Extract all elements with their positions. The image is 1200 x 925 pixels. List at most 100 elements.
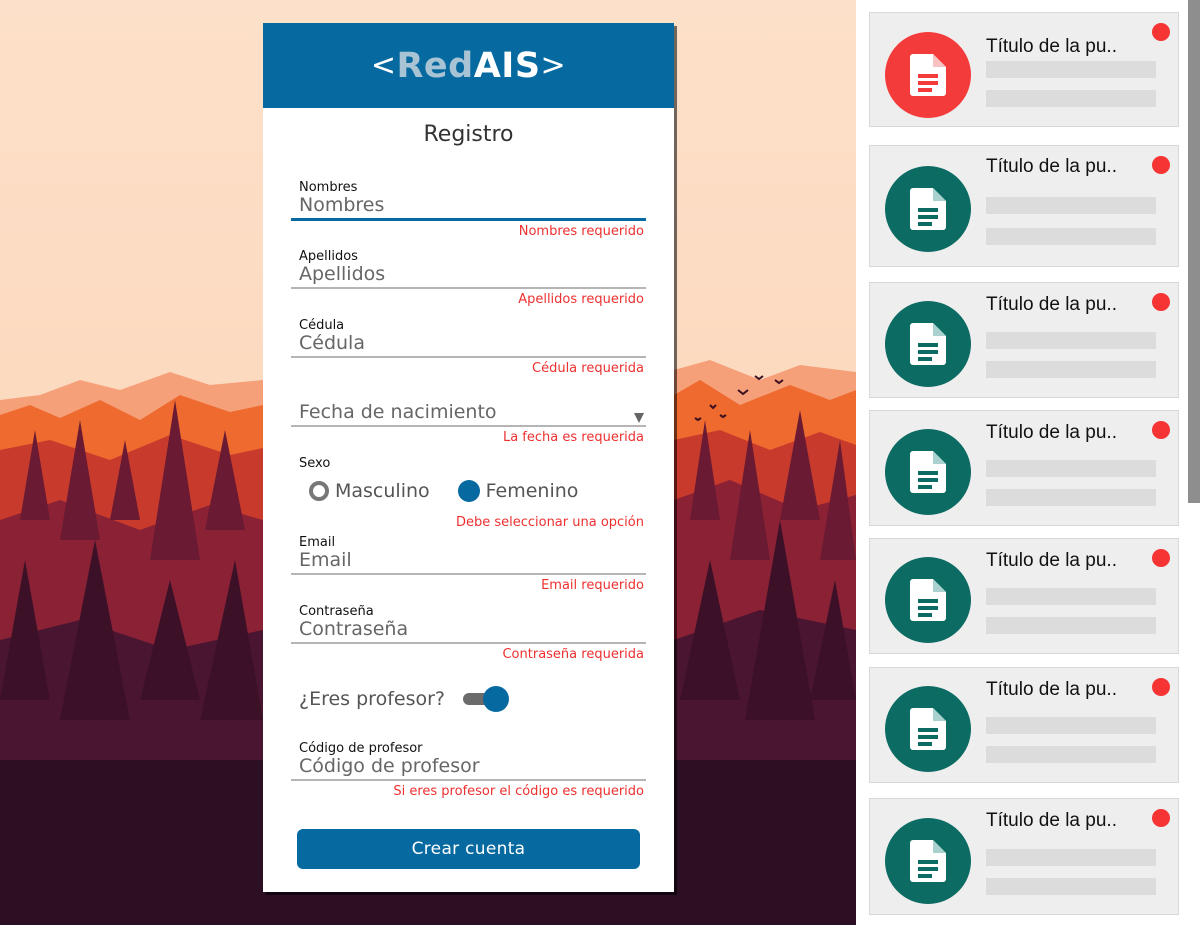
placeholder-line <box>986 197 1156 214</box>
publication-avatar <box>885 429 971 515</box>
email-input[interactable]: Email <box>299 549 352 571</box>
nombres-input[interactable]: Nombres <box>299 194 384 216</box>
toggle-knob[interactable] <box>483 686 509 712</box>
email-underline <box>291 573 646 575</box>
registration-card: < Red AIS > Registro Nombres Nombres Nom… <box>263 23 674 892</box>
publication-avatar <box>885 166 971 252</box>
publication-card[interactable]: Título de la pu.. <box>869 12 1179 127</box>
unread-dot <box>1152 23 1170 41</box>
cedula-error: Cédula requerida <box>532 361 644 376</box>
radio-unchecked-icon[interactable] <box>309 481 329 501</box>
codigo-underline <box>291 779 646 781</box>
caret-down-icon[interactable] <box>634 413 644 423</box>
sexo-error: Debe seleccionar una opción <box>455 515 644 530</box>
fecha-underline <box>291 425 646 427</box>
placeholder-line <box>986 61 1156 78</box>
cedula-label: Cédula <box>299 318 345 333</box>
placeholder-line <box>986 90 1156 107</box>
publication-title[interactable]: Título de la pu.. <box>986 156 1117 178</box>
password-input[interactable]: Contraseña <box>299 618 408 640</box>
document-icon <box>910 579 946 621</box>
document-icon <box>910 708 946 750</box>
document-icon <box>910 54 946 96</box>
profesor-toggle-row: ¿Eres profesor? <box>299 686 509 712</box>
placeholder-line <box>986 717 1156 734</box>
profesor-toggle[interactable] <box>463 686 509 712</box>
document-icon <box>910 451 946 493</box>
publication-card[interactable]: Título de la pu.. <box>869 145 1179 267</box>
publication-title[interactable]: Título de la pu.. <box>986 679 1117 701</box>
radio-femenino[interactable]: Femenino <box>457 480 579 502</box>
placeholder-line <box>986 228 1156 245</box>
nombres-error: Nombres requerido <box>518 224 644 239</box>
codigo-error: Si eres profesor el código es requerido <box>393 784 644 799</box>
radio-checked-icon[interactable] <box>457 480 480 502</box>
nombres-label: Nombres <box>299 180 358 195</box>
unread-dot <box>1152 809 1170 827</box>
fecha-error: La fecha es requerida <box>502 430 644 445</box>
publication-card[interactable]: Título de la pu.. <box>869 667 1179 783</box>
logo-open-bracket: < <box>370 48 397 83</box>
publication-avatar <box>885 557 971 643</box>
card-header: < Red AIS > <box>263 23 674 108</box>
placeholder-line <box>986 849 1156 866</box>
placeholder-line <box>986 332 1156 349</box>
publication-card[interactable]: Título de la pu.. <box>869 798 1179 915</box>
publication-avatar <box>885 301 971 387</box>
scrollbar-thumb[interactable] <box>1188 0 1200 503</box>
placeholder-line <box>986 588 1156 605</box>
email-error: Email requerido <box>541 578 644 593</box>
publication-card[interactable]: Título de la pu.. <box>869 282 1179 398</box>
placeholder-line <box>986 361 1156 378</box>
password-label: Contraseña <box>299 604 374 619</box>
unread-dot <box>1152 293 1170 311</box>
placeholder-line <box>986 460 1156 477</box>
publication-avatar <box>885 32 971 118</box>
apellidos-underline <box>291 287 646 289</box>
document-icon <box>910 188 946 230</box>
nombres-underline <box>291 218 646 221</box>
radio-femenino-label[interactable]: Femenino <box>486 480 579 502</box>
publication-title[interactable]: Título de la pu.. <box>986 36 1117 58</box>
publication-title[interactable]: Título de la pu.. <box>986 550 1117 572</box>
publication-title[interactable]: Título de la pu.. <box>986 294 1117 316</box>
document-icon <box>910 323 946 365</box>
placeholder-line <box>986 617 1156 634</box>
placeholder-line <box>986 878 1156 895</box>
fecha-nacimiento-input[interactable]: Fecha de nacimiento <box>299 401 497 423</box>
publication-card[interactable]: Título de la pu.. <box>869 538 1179 654</box>
crear-cuenta-button[interactable]: Crear cuenta <box>297 829 640 869</box>
password-error: Contraseña requerida <box>502 647 644 662</box>
logo-close-bracket: > <box>540 48 567 83</box>
publication-avatar <box>885 818 971 904</box>
form-title: Registro <box>423 122 514 147</box>
placeholder-line <box>986 489 1156 506</box>
password-underline <box>291 642 646 644</box>
cedula-input[interactable]: Cédula <box>299 332 365 354</box>
unread-dot <box>1152 421 1170 439</box>
apellidos-label: Apellidos <box>299 249 358 264</box>
logo-text-red: Red <box>396 45 474 86</box>
placeholder-line <box>986 746 1156 763</box>
apellidos-input[interactable]: Apellidos <box>299 263 385 285</box>
cedula-underline <box>291 356 646 358</box>
unread-dot <box>1152 678 1170 696</box>
logo-text-ais: AIS <box>473 45 541 86</box>
radio-masculino-label[interactable]: Masculino <box>335 480 430 502</box>
sexo-label: Sexo <box>299 456 331 471</box>
email-label: Email <box>299 535 336 550</box>
radio-masculino[interactable]: Masculino <box>309 480 430 502</box>
codigo-input[interactable]: Código de profesor <box>299 755 480 777</box>
publication-title[interactable]: Título de la pu.. <box>986 422 1117 444</box>
publication-title[interactable]: Título de la pu.. <box>986 810 1117 832</box>
codigo-label: Código de profesor <box>299 741 423 756</box>
app-logo: < Red AIS > <box>371 46 566 86</box>
sexo-radio-group: Masculino Femenino <box>309 480 578 502</box>
document-icon <box>910 840 946 882</box>
unread-dot <box>1152 156 1170 174</box>
apellidos-error: Apellidos requerido <box>518 292 644 307</box>
publication-avatar <box>885 686 971 772</box>
unread-dot <box>1152 549 1170 567</box>
publication-card[interactable]: Título de la pu.. <box>869 410 1179 526</box>
profesor-label: ¿Eres profesor? <box>299 688 445 710</box>
